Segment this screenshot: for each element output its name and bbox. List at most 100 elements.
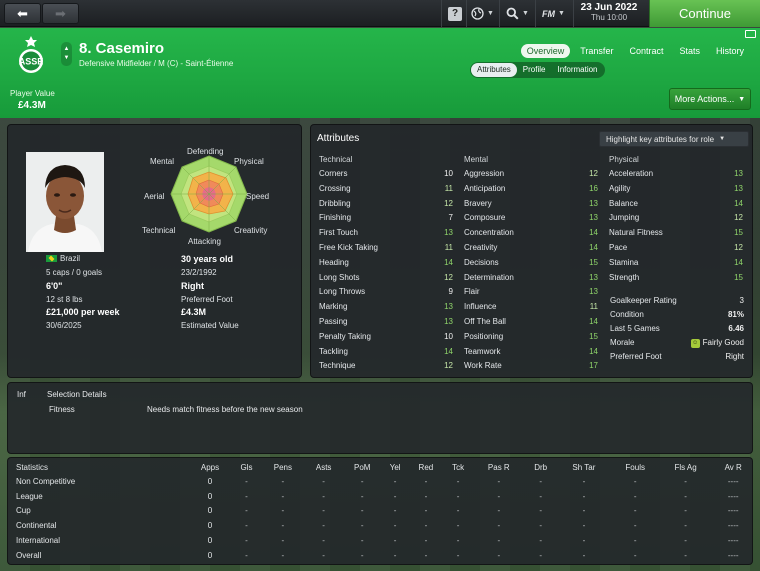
stat-cell: - (245, 491, 248, 501)
stat-cell: - (360, 550, 364, 560)
rating-cell: ---- (727, 521, 739, 531)
stat-cell: - (281, 506, 285, 516)
info-tab[interactable]: Inf (17, 390, 26, 399)
chevron-up-icon[interactable]: ▲ (64, 45, 70, 54)
column-header[interactable]: Pens (261, 460, 305, 474)
attribute-row: Pace 12 (609, 241, 743, 255)
stat-cell: - (245, 476, 248, 486)
table-row[interactable]: League 0- - - - - - - - - - - - ---- (8, 489, 754, 504)
globe-icon (471, 7, 484, 20)
arrow-left-icon: ⬅ (17, 5, 28, 21)
subtab-profile[interactable]: Profile (517, 63, 552, 77)
attribute-name: Decisions (464, 257, 499, 267)
more-actions-button[interactable]: More Actions... ▼ (669, 88, 751, 110)
attribute-value: 9 (448, 287, 453, 297)
stat-cell: - (424, 536, 428, 546)
table-row[interactable]: Cup 0- - - - - - - - - - - - ---- (8, 504, 754, 519)
player-switcher[interactable]: ▲ ▼ (61, 42, 72, 66)
tab-history[interactable]: History (710, 44, 750, 58)
column-header[interactable]: Asts (305, 460, 343, 474)
stat-cell: - (360, 491, 364, 501)
attribute-name: Pace (609, 243, 628, 252)
stat-cell: - (684, 491, 687, 501)
attribute-row: Penalty Taking 10 (319, 330, 453, 344)
attribute-value: 14 (589, 317, 598, 326)
column-header[interactable]: Yel (382, 460, 408, 474)
attribute-value: 14 (589, 228, 598, 238)
condition-label: Condition (610, 310, 644, 319)
chevron-down-icon: ▼ (487, 10, 494, 17)
column-header[interactable]: Sh Tar (556, 460, 611, 474)
attribute-row: Technique 12 (319, 359, 453, 373)
stat-cell: - (633, 491, 637, 501)
tab-overview[interactable]: Overview (520, 44, 571, 58)
column-header[interactable]: Pas R (473, 460, 526, 474)
column-header[interactable]: PoM (342, 460, 382, 474)
column-header[interactable]: Red (408, 460, 443, 474)
attribute-value: 13 (734, 183, 743, 193)
attribute-name: Passing (319, 317, 348, 326)
back-button[interactable]: ⬅ (4, 3, 41, 24)
search-button[interactable]: ▼ (506, 5, 529, 22)
physical-heading: Physical (609, 155, 639, 164)
statistics-table: Statistics Apps Gls Pens Asts PoM Yel Red Tck Pa… (8, 460, 754, 563)
subtab-attributes[interactable]: Attributes (471, 63, 517, 77)
column-header[interactable]: Fouls (612, 460, 659, 474)
tab-stats[interactable]: Stats (673, 44, 706, 58)
fitness-label: Fitness (49, 405, 75, 414)
continue-button[interactable]: Continue (649, 0, 760, 27)
forward-button[interactable]: ➡ (42, 3, 79, 24)
separator (499, 0, 500, 27)
game-date[interactable]: 23 Jun 2022 Thu 10:00 (576, 2, 642, 22)
attribute-row: Teamwork 14 (464, 345, 598, 359)
stat-cell: - (393, 491, 397, 501)
subtab-information[interactable]: Information (551, 63, 603, 77)
radar-label-mental: Mental (150, 157, 175, 166)
highlight-role-dropdown[interactable]: Highlight key attributes for role ▼ (599, 131, 749, 147)
preferred-foot-attr-value: Right (725, 352, 744, 361)
height: 6'0" (46, 281, 63, 291)
fm-menu-button[interactable]: FM ▼ (542, 5, 565, 22)
attribute-row: Long Shots 12 (319, 271, 453, 285)
column-header[interactable]: Av R (712, 460, 754, 474)
attribute-name: Tackling (319, 346, 348, 356)
column-header[interactable]: Drb (525, 460, 556, 474)
table-row[interactable]: Overall 0- - - - - - - - - - - - ---- (8, 548, 754, 563)
nationality[interactable]: Brazil (46, 254, 80, 263)
attribute-name: Corners (319, 169, 348, 178)
stat-cell: - (281, 550, 285, 560)
stat-cell: - (281, 476, 285, 486)
column-header[interactable]: Tck (444, 460, 473, 474)
chevron-down-icon[interactable]: ▼ (64, 54, 70, 63)
stat-cell: - (633, 550, 637, 560)
table-row[interactable]: International 0- - - - - - - - - - - - ---- (8, 533, 754, 548)
attribute-row: Natural Fitness 15 (609, 226, 743, 240)
radar-label-technical: Technical (142, 226, 176, 235)
technical-heading: Technical (319, 155, 353, 164)
radar-label-attacking: Attacking (188, 237, 221, 246)
column-header[interactable]: Apps (188, 460, 232, 474)
table-row[interactable]: Continental 0- - - - - - - - - - - - ---- (8, 518, 754, 533)
attribute-value: 11 (444, 183, 453, 193)
statistics-panel: Statistics Apps Gls Pens Asts PoM Yel Red Tck Pa… (7, 457, 753, 565)
world-menu-button[interactable]: ▼ (471, 5, 494, 22)
morale-row: Morale ☺ Fairly Good (610, 336, 744, 350)
tab-transfer[interactable]: Transfer (574, 44, 619, 58)
stat-cell: - (281, 536, 285, 546)
stat-cell: - (633, 476, 637, 486)
subtabs: Attributes Profile Information (470, 62, 605, 78)
morale-value: ☺ Fairly Good (690, 336, 744, 350)
chevron-down-icon: ▼ (522, 10, 529, 17)
day-time-text: Thu 10:00 (590, 13, 628, 22)
help-button[interactable]: ? (448, 5, 462, 22)
tab-contract[interactable]: Contract (623, 44, 669, 58)
window-icon[interactable] (745, 30, 756, 38)
row-label: Non Competitive (16, 476, 76, 486)
estimated-value-label: Estimated Value (181, 321, 239, 330)
club-crest-icon: ASSE (19, 36, 43, 73)
table-row[interactable]: Non Competitive 0- - - - - - - - - - - - ---- (8, 474, 754, 489)
stat-cell: - (633, 536, 637, 546)
column-header[interactable]: Fls Ag (659, 460, 713, 474)
stat-cell: - (633, 521, 637, 531)
column-header[interactable]: Gls (232, 460, 261, 474)
